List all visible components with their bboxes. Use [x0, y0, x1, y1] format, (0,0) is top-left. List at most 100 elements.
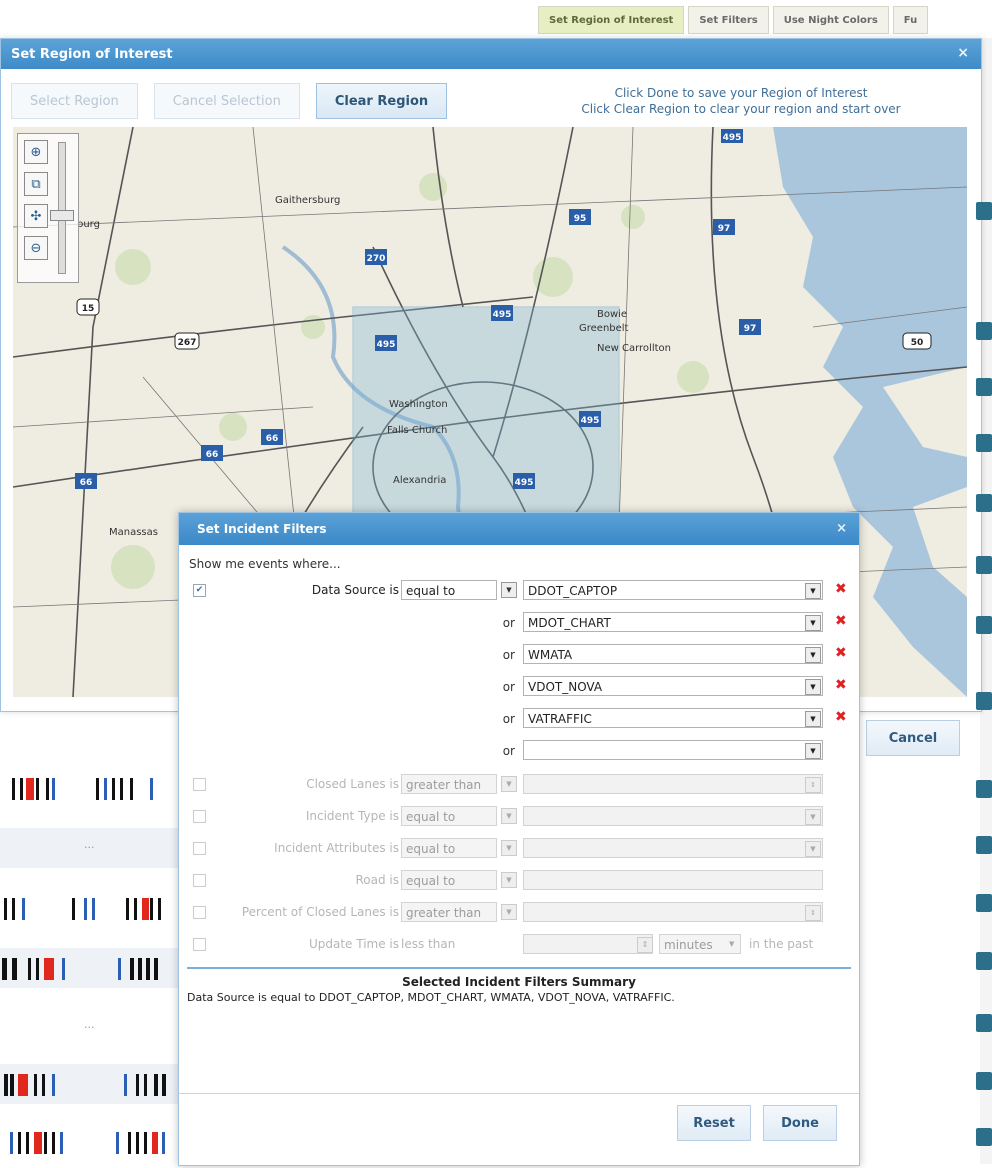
- closed-lanes-operator-select[interactable]: greater than: [401, 774, 497, 794]
- road-value[interactable]: [523, 870, 823, 890]
- chevron-down-icon[interactable]: ▼: [805, 615, 821, 631]
- row-action-icon[interactable]: [976, 322, 992, 340]
- row-action-icon[interactable]: [976, 616, 992, 634]
- chevron-down-icon[interactable]: ▼: [501, 776, 517, 792]
- remove-value-icon[interactable]: ✖: [835, 581, 847, 597]
- data-source-value-new[interactable]: [523, 740, 823, 760]
- data-source-value-3[interactable]: WMATA: [523, 644, 823, 664]
- row-action-icon[interactable]: [976, 202, 992, 220]
- reset-button[interactable]: Reset: [677, 1105, 751, 1141]
- closed-lanes-checkbox[interactable]: [193, 778, 206, 791]
- row-action-icon[interactable]: [976, 894, 992, 912]
- incident-attributes-operator-select[interactable]: equal to: [401, 838, 497, 858]
- row-action-icon[interactable]: [976, 1014, 992, 1032]
- data-source-operator-select[interactable]: equal to: [401, 580, 497, 600]
- road-operator-select[interactable]: equal to: [401, 870, 497, 890]
- percent-closed-lanes-value[interactable]: [523, 902, 823, 922]
- row-action-icon[interactable]: [976, 1072, 992, 1090]
- chevron-down-icon[interactable]: ▼: [501, 872, 517, 888]
- zoom-slider-handle[interactable]: [50, 210, 74, 221]
- filter-row-closed-lanes: Closed Lanes is greater than ▼ ⇕: [179, 773, 859, 797]
- chevron-down-icon[interactable]: ▼: [805, 841, 821, 857]
- tab-use-night-colors[interactable]: Use Night Colors: [772, 6, 889, 34]
- svg-text:New Carrollton: New Carrollton: [597, 343, 671, 354]
- row-action-icon[interactable]: [976, 780, 992, 798]
- row-action-icon[interactable]: [976, 434, 992, 452]
- spinner-icon[interactable]: ⇕: [637, 937, 653, 953]
- incident-type-checkbox[interactable]: [193, 810, 206, 823]
- cancel-button[interactable]: Cancel: [866, 720, 960, 756]
- zoom-in-icon[interactable]: ⊕: [24, 140, 48, 164]
- chevron-down-icon[interactable]: ▼: [805, 647, 821, 663]
- region-help-line-2: Click Clear Region to clear your region …: [581, 102, 901, 116]
- data-source-value-5[interactable]: VATRAFFIC: [523, 708, 823, 728]
- cancel-selection-button[interactable]: Cancel Selection: [153, 83, 300, 119]
- incident-type-operator-select[interactable]: equal to: [401, 806, 497, 826]
- pan-icon[interactable]: ✣: [24, 204, 48, 228]
- spinner-icon[interactable]: ⇕: [805, 905, 821, 921]
- data-source-value-4[interactable]: VDOT_NOVA: [523, 676, 823, 696]
- update-time-value[interactable]: [523, 934, 653, 954]
- row-action-icon[interactable]: [976, 1128, 992, 1146]
- chevron-down-icon[interactable]: ▼: [501, 808, 517, 824]
- remove-value-icon[interactable]: ✖: [835, 613, 847, 629]
- svg-text:Manassas: Manassas: [109, 527, 158, 538]
- or-label: or: [502, 648, 515, 662]
- svg-text:15: 15: [82, 304, 95, 314]
- row-action-icon[interactable]: [976, 494, 992, 512]
- done-button[interactable]: Done: [763, 1105, 837, 1141]
- clear-region-button[interactable]: Clear Region: [315, 83, 448, 119]
- incident-attributes-value[interactable]: [523, 838, 823, 858]
- chevron-down-icon[interactable]: ▼: [805, 743, 821, 759]
- percent-closed-lanes-checkbox[interactable]: [193, 906, 206, 919]
- chevron-down-icon[interactable]: ▼: [501, 840, 517, 856]
- tab-set-filters[interactable]: Set Filters: [688, 6, 769, 34]
- lane-diagram: [12, 778, 153, 800]
- chevron-down-icon[interactable]: ▼: [805, 583, 821, 599]
- data-source-checkbox[interactable]: ✔: [193, 584, 206, 597]
- select-region-button[interactable]: Select Region: [11, 83, 138, 119]
- list-item: [0, 768, 180, 808]
- row-action-icon[interactable]: [976, 556, 992, 574]
- incident-type-value[interactable]: [523, 806, 823, 826]
- chevron-down-icon[interactable]: ▼: [805, 679, 821, 695]
- remove-value-icon[interactable]: ✖: [835, 645, 847, 661]
- spinner-icon[interactable]: ⇕: [805, 777, 821, 793]
- chevron-down-icon[interactable]: ▼: [805, 711, 821, 727]
- filter-row-data-source-or: or VATRAFFIC ▼ ✖: [179, 707, 859, 731]
- data-source-value-1[interactable]: DDOT_CAPTOP: [523, 580, 823, 600]
- chevron-down-icon[interactable]: ▼: [729, 937, 741, 951]
- row-action-icon[interactable]: [976, 378, 992, 396]
- svg-text:267: 267: [178, 338, 197, 348]
- row-action-icon[interactable]: [976, 952, 992, 970]
- close-icon[interactable]: ×: [836, 521, 847, 536]
- close-icon[interactable]: ×: [957, 45, 969, 61]
- filter-dialog-title-text: Set Incident Filters: [197, 522, 327, 536]
- filter-row-road: Road is equal to ▼: [179, 869, 859, 893]
- remove-value-icon[interactable]: ✖: [835, 677, 847, 693]
- road-checkbox[interactable]: [193, 874, 206, 887]
- chevron-down-icon[interactable]: ▼: [805, 809, 821, 825]
- chevron-down-icon[interactable]: ▼: [501, 582, 517, 598]
- closed-lanes-value[interactable]: [523, 774, 823, 794]
- incident-attributes-checkbox[interactable]: [193, 842, 206, 855]
- update-time-operator: less than: [401, 937, 456, 951]
- tab-set-region-of-interest[interactable]: Set Region of Interest: [538, 6, 685, 34]
- tab-more[interactable]: Fu: [892, 6, 929, 34]
- row-action-icon[interactable]: [976, 692, 992, 710]
- zoom-box-icon[interactable]: ⧉: [24, 172, 48, 196]
- update-time-checkbox[interactable]: [193, 938, 206, 951]
- row-action-icon[interactable]: [976, 836, 992, 854]
- zoom-out-icon[interactable]: ⊖: [24, 236, 48, 260]
- svg-text:95: 95: [574, 214, 587, 224]
- list-item-ellipsis: ...: [84, 1018, 95, 1031]
- remove-value-icon[interactable]: ✖: [835, 709, 847, 725]
- zoom-slider[interactable]: [58, 142, 66, 274]
- svg-text:97: 97: [744, 324, 757, 334]
- data-source-value-2[interactable]: MDOT_CHART: [523, 612, 823, 632]
- filter-row-data-source-or: or VDOT_NOVA ▼ ✖: [179, 675, 859, 699]
- chevron-down-icon[interactable]: ▼: [501, 904, 517, 920]
- filter-row-percent-closed-lanes: Percent of Closed Lanes is greater than …: [179, 901, 859, 925]
- svg-text:Alexandria: Alexandria: [393, 475, 446, 486]
- percent-closed-lanes-operator-select[interactable]: greater than: [401, 902, 497, 922]
